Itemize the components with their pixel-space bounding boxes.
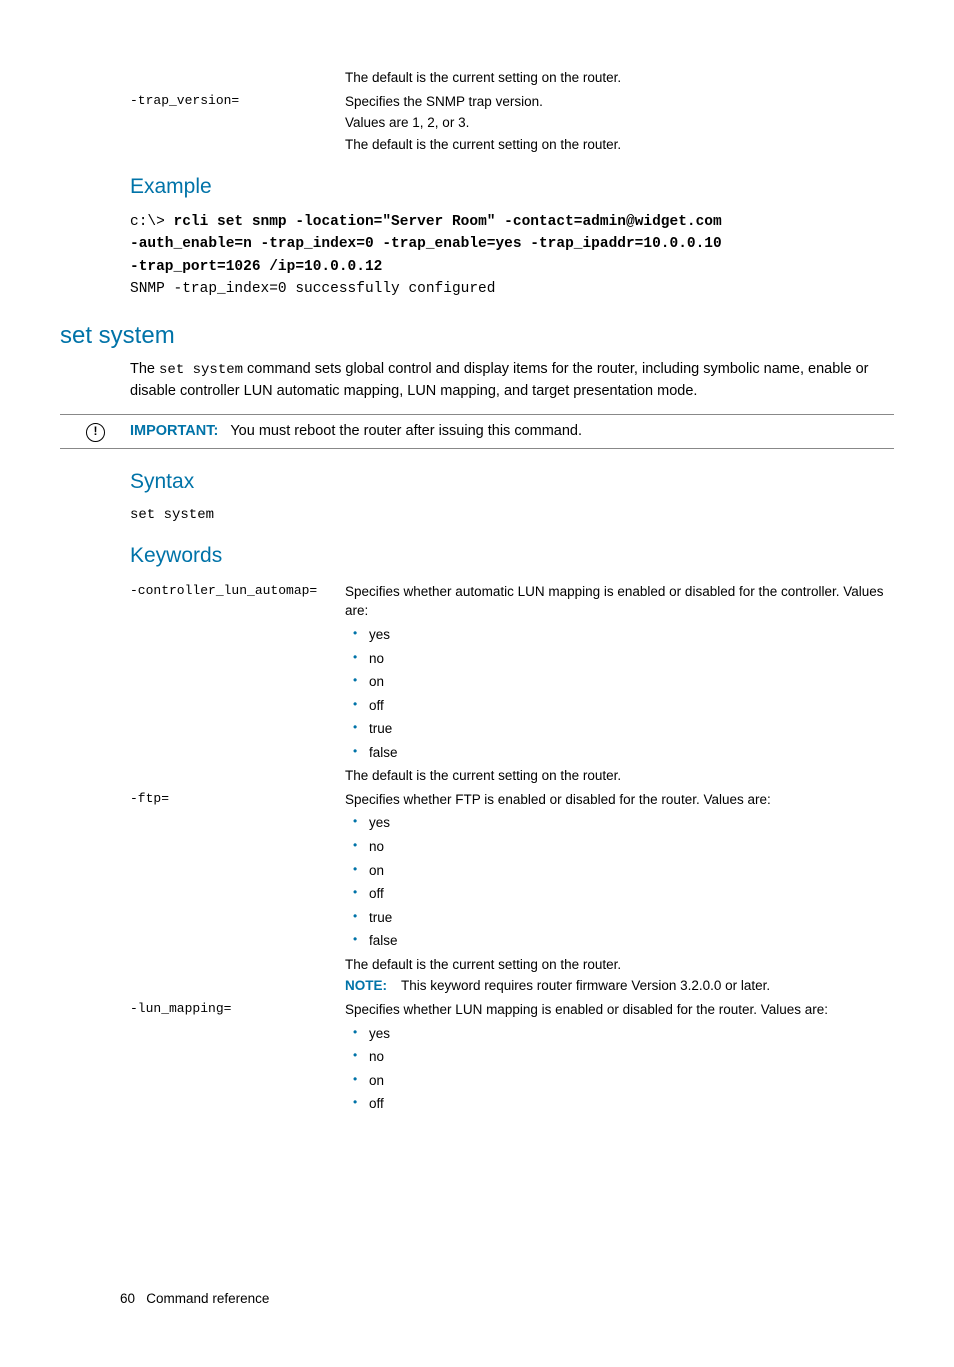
list-item: yes (345, 813, 894, 833)
cmd-line: -auth_enable=n -trap_index=0 -trap_enabl… (130, 236, 722, 252)
list-item: false (345, 931, 894, 951)
list-item: true (345, 908, 894, 928)
output-line: SNMP -trap_index=0 successfully configur… (130, 281, 495, 297)
list-item: yes (345, 1024, 894, 1044)
important-text: IMPORTANT: You must reboot the router aft… (130, 421, 894, 442)
list-item: no (345, 649, 894, 669)
keyword-desc: Specifies whether automatic LUN mapping … (345, 580, 894, 788)
keyword-desc: Specifies whether FTP is enabled or disa… (345, 788, 894, 998)
keywords-heading: Keywords (130, 541, 894, 571)
cmd-line: rcli set snmp -location="Server Room" -c… (174, 214, 722, 230)
list-item: off (345, 1094, 894, 1114)
keyword-name: -lun_mapping= (130, 998, 345, 1118)
page-number: 60 (120, 1291, 135, 1306)
desc-line: Specifies the SNMP trap version. (345, 92, 894, 112)
syntax-code: set system (130, 505, 894, 525)
important-label: IMPORTANT: (130, 423, 218, 439)
list-item: no (345, 1047, 894, 1067)
keyword-row-controller-lun-automap: -controller_lun_automap= Specifies wheth… (130, 580, 894, 788)
set-system-intro: The set system command sets global contr… (130, 359, 894, 401)
desc-line: The default is the current setting on th… (345, 135, 894, 155)
list-item: on (345, 672, 894, 692)
desc-line: Specifies whether LUN mapping is enabled… (345, 1000, 894, 1020)
list-item: off (345, 884, 894, 904)
values-list: yes no on off (345, 1024, 894, 1114)
syntax-heading: Syntax (130, 467, 894, 497)
keyword-row-lun-mapping: -lun_mapping= Specifies whether LUN mapp… (130, 998, 894, 1118)
example-section: Example c:\> rcli set snmp -location="Se… (130, 172, 894, 300)
example-code-block: c:\> rcli set snmp -location="Server Roo… (130, 211, 894, 301)
set-system-heading: set system (60, 319, 894, 354)
note-line: NOTE: This keyword requires router firmwa… (345, 976, 894, 996)
keyword-name: -ftp= (130, 788, 345, 998)
keyword-row-ftp: -ftp= Specifies whether FTP is enabled o… (130, 788, 894, 998)
list-item: yes (345, 625, 894, 645)
keyword-name-empty (130, 66, 345, 90)
footer-section: Command reference (146, 1291, 269, 1306)
keyword-desc-trap-version: Specifies the SNMP trap version. Values … (345, 90, 894, 157)
keywords-table: -controller_lun_automap= Specifies wheth… (130, 580, 894, 1118)
page-footer: 60 Command reference (120, 1289, 269, 1309)
default-note: The default is the current setting on th… (345, 955, 894, 975)
list-item: false (345, 743, 894, 763)
intro-pre: The (130, 361, 159, 377)
keyword-desc: Specifies whether LUN mapping is enabled… (345, 998, 894, 1118)
note-text: This keyword requires router firmware Ve… (401, 978, 770, 993)
important-icon: ! (86, 423, 105, 442)
desc-line: Values are 1, 2, or 3. (345, 113, 894, 133)
cmd-line: -trap_port=1026 /ip=10.0.0.12 (130, 259, 382, 275)
values-list: yes no on off true false (345, 625, 894, 762)
example-heading: Example (130, 172, 894, 202)
keyword-name: -controller_lun_automap= (130, 580, 345, 788)
list-item: on (345, 861, 894, 881)
keyword-name-trap-version: -trap_version= (130, 90, 345, 157)
top-keyword-table: The default is the current setting on th… (130, 66, 894, 156)
list-item: true (345, 719, 894, 739)
desc-line: Specifies whether automatic LUN mapping … (345, 582, 894, 621)
prompt: c:\> (130, 214, 174, 230)
keyword-desc-prev: The default is the current setting on th… (345, 66, 894, 90)
intro-code: set system (159, 362, 243, 378)
desc-line: Specifies whether FTP is enabled or disa… (345, 790, 894, 810)
values-list: yes no on off true false (345, 813, 894, 950)
note-label: NOTE: (345, 978, 387, 993)
default-note: The default is the current setting on th… (345, 766, 894, 786)
list-item: on (345, 1071, 894, 1091)
important-icon-col: ! (60, 421, 130, 442)
list-item: no (345, 837, 894, 857)
important-note-box: ! IMPORTANT: You must reboot the router a… (60, 414, 894, 449)
important-body: You must reboot the router after issuing… (230, 423, 582, 439)
desc-line: The default is the current setting on th… (345, 68, 894, 88)
list-item: off (345, 696, 894, 716)
